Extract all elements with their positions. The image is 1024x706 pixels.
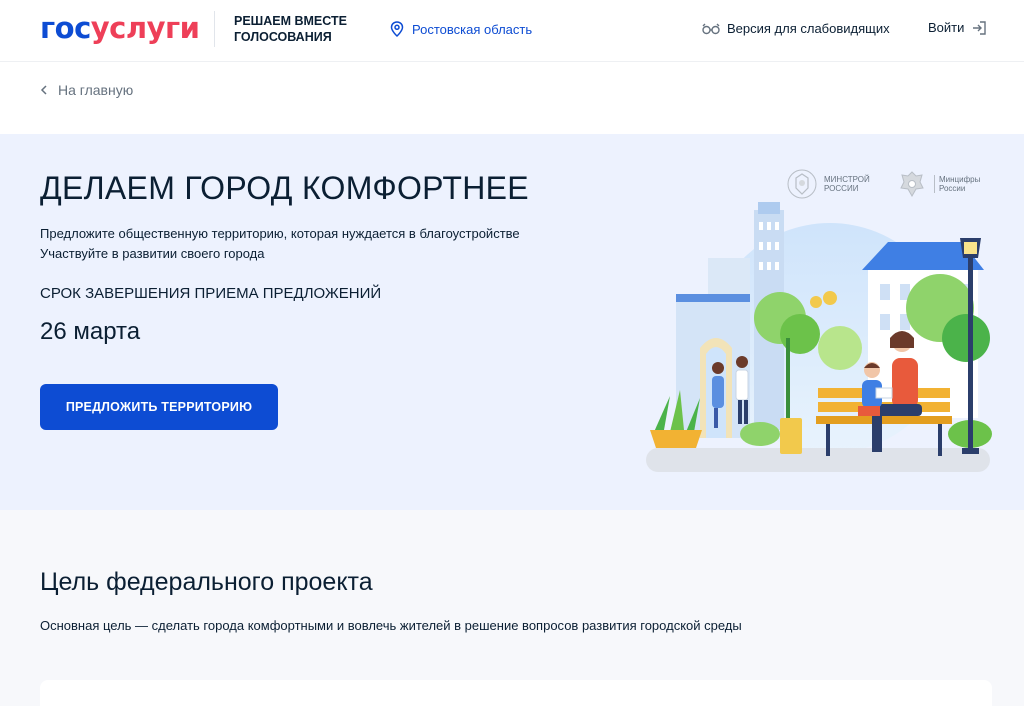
- login-icon: [973, 20, 987, 35]
- slogan-line-2: ГОЛОСОВАНИЯ: [234, 30, 332, 44]
- hero-title: ДЕЛАЕМ ГОРОД КОМФОРТНЕЕ: [40, 170, 529, 206]
- russian-emblem-icon: [900, 171, 924, 198]
- region-label: Ростовская область: [412, 21, 533, 37]
- goal-section-text: Основная цель — сделать города комфортны…: [40, 618, 742, 633]
- goal-section-title: Цель федерального проекта: [40, 568, 373, 596]
- propose-territory-button[interactable]: ПРЕДЛОЖИТЬ ТЕРРИТОРИЮ: [40, 384, 278, 430]
- gosuslugi-logo[interactable]: госуслуги: [40, 11, 200, 45]
- hero-section: ДЕЛАЕМ ГОРОД КОМФОРТНЕЕ Предложите общес…: [0, 134, 1024, 510]
- accessibility-link[interactable]: Версия для слабовидящих: [702, 21, 890, 36]
- region-selector[interactable]: Ростовская область: [390, 21, 532, 37]
- slogan-line-1: РЕШАЕМ ВМЕСТЕ: [234, 14, 347, 28]
- mintsifry-line-2: России: [939, 184, 966, 193]
- glasses-icon: [702, 23, 720, 34]
- breadcrumb-bar: На главную: [0, 62, 1024, 134]
- login-label: Войти: [928, 20, 965, 35]
- logo-part-uslugi: услуги: [90, 11, 200, 45]
- map-pin-icon: [390, 21, 404, 37]
- back-to-main-link[interactable]: На главную: [40, 82, 133, 98]
- minstroy-line-1: МИНСТРОЙ: [824, 175, 870, 184]
- content-card: [40, 680, 992, 706]
- russian-emblem-icon: [787, 169, 817, 199]
- hero-subtitle-line-1: Предложите общественную территорию, кото…: [40, 226, 520, 241]
- hero-subtitle-line-2: Участвуйте в развитии своего города: [40, 246, 265, 261]
- minstroy-logo: МИНСТРОЙ РОССИИ: [786, 168, 870, 200]
- deadline-label: СРОК ЗАВЕРШЕНИЯ ПРИЕМА ПРЕДЛОЖЕНИЙ: [40, 285, 382, 302]
- header-divider: [214, 11, 215, 47]
- accessibility-label: Версия для слабовидящих: [727, 21, 890, 36]
- hero-subtitle: Предложите общественную территорию, кото…: [40, 224, 520, 264]
- mintsifry-logo: Минцифры России: [896, 168, 980, 200]
- mintsifry-line-1: Минцифры: [939, 175, 981, 184]
- chevron-left-icon: [40, 85, 47, 95]
- logo-part-gos: гос: [40, 11, 91, 45]
- login-button[interactable]: Войти: [928, 20, 987, 35]
- city-park-illustration: [646, 202, 992, 472]
- minstroy-line-2: РОССИИ: [824, 184, 859, 193]
- project-slogan[interactable]: РЕШАЕМ ВМЕСТЕ ГОЛОСОВАНИЯ: [234, 13, 347, 45]
- site-header: госуслуги РЕШАЕМ ВМЕСТЕ ГОЛОСОВАНИЯ Рост…: [0, 0, 1024, 62]
- deadline-date: 26 марта: [40, 318, 141, 345]
- back-label: На главную: [58, 82, 134, 98]
